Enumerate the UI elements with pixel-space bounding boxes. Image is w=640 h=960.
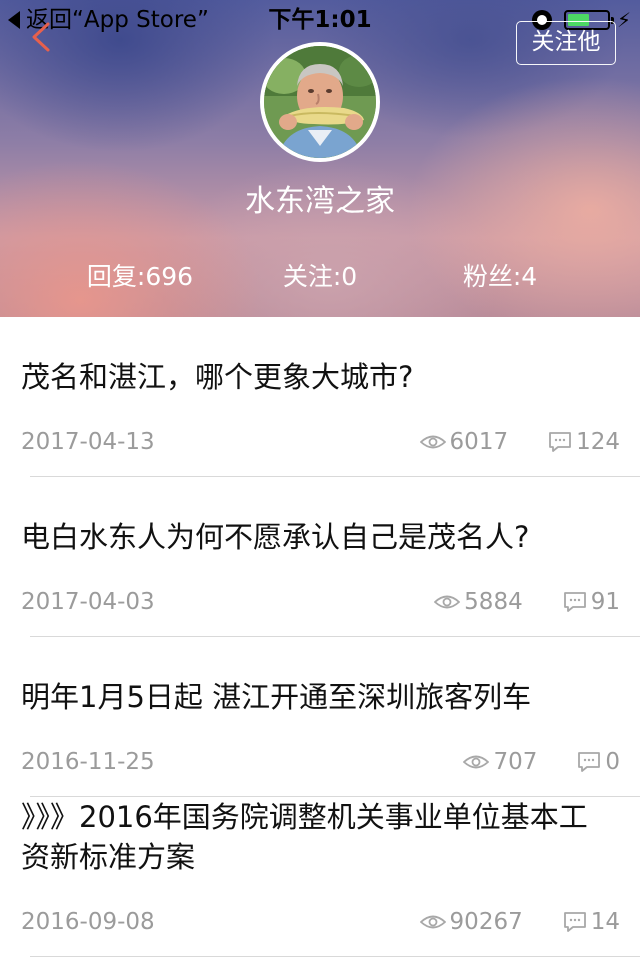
divider: [30, 956, 640, 957]
list-item[interactable]: 茂名和湛江，哪个更象大城市? 2017-04-13 6017 124: [0, 317, 640, 477]
username: 水东湾之家: [245, 184, 395, 219]
post-meta: 6017 124: [419, 427, 620, 457]
charging-bolt-icon: ⚡: [617, 8, 632, 32]
profile-header: 返回“App Store” 下午1:01 ⚡ 关注他 水东湾之家 回复:696 …: [0, 0, 640, 317]
list-item[interactable]: 明年1月5日起 湛江开通至深圳旅客列车 2016-11-25 707 0: [0, 637, 640, 797]
post-title: 电白水东人为何不愿承认自己是茂名人?: [21, 520, 530, 554]
list-item[interactable]: 电白水东人为何不愿承认自己是茂名人? 2017-04-03 5884 91: [0, 477, 640, 637]
eye-icon: [463, 755, 490, 769]
avatar[interactable]: [260, 42, 380, 162]
view-count: 707: [493, 749, 538, 775]
post-title: 明年1月5日起 湛江开通至深圳旅客列车: [21, 680, 532, 714]
follow-button[interactable]: 关注他: [516, 21, 616, 65]
view-count: 6017: [449, 429, 509, 455]
stat-replies[interactable]: 回复:696: [60, 257, 220, 297]
view-count: 90267: [449, 909, 523, 935]
post-title: 茂名和湛江，哪个更象大城市?: [21, 360, 414, 394]
post-date: 2017-04-03: [21, 589, 155, 615]
post-meta: 707 0: [463, 747, 620, 777]
list-item[interactable]: 》》》2016年国务院调整机关事业单位基本工资新标准方案 2016-09-08 …: [0, 797, 640, 957]
comment-icon: [563, 592, 586, 612]
comment-icon: [578, 752, 601, 772]
eye-icon: [419, 915, 446, 929]
post-meta: 5884 91: [434, 587, 620, 617]
post-meta: 90267 14: [419, 907, 620, 937]
post-date: 2016-11-25: [21, 749, 155, 775]
view-count: 5884: [464, 589, 523, 615]
profile-stats: 回复:696 关注:0 粉丝:4: [0, 257, 640, 297]
post-title: 》》》2016年国务院调整机关事业单位基本工资新标准方案: [21, 800, 588, 874]
comment-icon: [549, 432, 571, 452]
eye-icon: [419, 435, 446, 449]
comment-count: 0: [605, 749, 620, 775]
comment-count: 14: [590, 909, 620, 935]
post-list: 茂名和湛江，哪个更象大城市? 2017-04-13 6017 124 电白水东人…: [0, 317, 640, 957]
stat-fans[interactable]: 粉丝:4: [420, 257, 580, 297]
comment-icon: [563, 912, 586, 932]
avatar-photo: [264, 46, 376, 158]
eye-icon: [434, 595, 461, 609]
post-date: 2017-04-13: [21, 429, 155, 455]
chevron-left-icon[interactable]: [28, 22, 58, 52]
comment-count: 91: [590, 589, 620, 615]
post-date: 2016-09-08: [21, 909, 155, 935]
comment-count: 124: [576, 429, 620, 455]
stat-following[interactable]: 关注:0: [240, 257, 400, 297]
